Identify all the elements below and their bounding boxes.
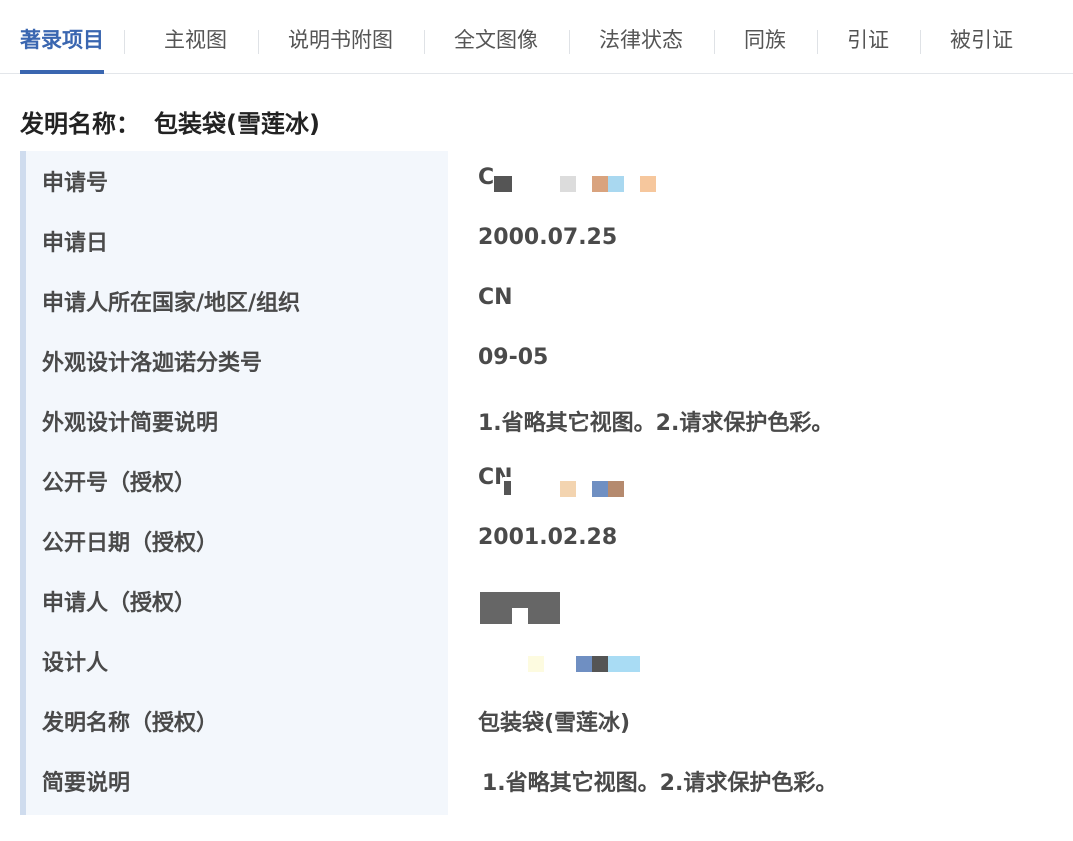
field-label: 申请人（授权） [42,591,197,616]
tab-family[interactable]: 同族 [744,0,786,74]
field-label: 发明名称（授权） [42,711,219,736]
page-title: 发明名称： 包装袋(雪莲冰) [20,104,320,139]
tab-fulltext-image[interactable]: 全文图像 [454,0,538,74]
redaction-block [576,656,592,672]
field-value: 2001.02.28 [478,525,618,550]
field-label: 外观设计洛迦诺分类号 [42,351,263,376]
field-label: 申请人所在国家/地区/组织 [42,291,301,316]
field-value: CN [478,285,513,310]
redaction-block [494,176,512,192]
field-label: 公开号（授权） [42,471,197,496]
field-value: C [478,165,495,190]
redaction-block [608,176,624,192]
redaction-block [640,176,656,192]
field-value: 1.省略其它视图。2.请求保护色彩。 [478,411,834,436]
tab-separator [817,30,818,54]
field-row-granted-title: 发明名称（授权） 包装袋(雪莲冰) [0,691,1073,751]
field-label: 简要说明 [42,771,131,796]
tab-bar: 著录项目 主视图 说明书附图 全文图像 法律状态 同族 引证 被引证 [0,0,1073,74]
field-label: 申请号 [42,171,109,196]
redaction-block [560,176,576,192]
tab-bibliographic[interactable]: 著录项目 [20,0,104,74]
tab-spec-figures[interactable]: 说明书附图 [288,0,393,74]
field-row-publication-number: 公开号（授权） CN [0,451,1073,511]
redaction-block [608,481,624,497]
field-label: 设计人 [42,651,109,676]
field-value: 包装袋(雪莲冰) [478,711,631,736]
tab-cited-by[interactable]: 被引证 [950,0,1013,74]
invention-name-value: 包装袋(雪莲冰) [154,110,320,138]
tab-separator [714,30,715,54]
field-label: 申请日 [42,231,109,256]
redaction-block [592,176,608,192]
tab-separator [258,30,259,54]
field-row-application-date: 申请日 2000.07.25 [0,211,1073,271]
field-row-applicant: 申请人（授权） [0,571,1073,631]
field-label: 公开日期（授权） [42,531,219,556]
field-label: 外观设计简要说明 [42,411,219,436]
redaction-block [592,656,608,672]
tab-separator [569,30,570,54]
redaction-block [592,481,608,497]
tab-separator [124,30,125,54]
tab-main-view[interactable]: 主视图 [164,0,227,74]
tab-legal-status[interactable]: 法律状态 [599,0,683,74]
redaction-block [608,656,640,672]
field-value: 2000.07.25 [478,225,618,250]
redaction-block [512,608,528,624]
field-row-application-number: 申请号 C [0,151,1073,211]
tab-separator [424,30,425,54]
redaction-block [528,656,544,672]
field-value: 09-05 [478,345,549,370]
field-row-publication-date: 公开日期（授权） 2001.02.28 [0,511,1073,571]
field-row-brief-description: 简要说明 1.省略其它视图。2.请求保护色彩。 [0,751,1073,811]
invention-name-label: 发明名称： [20,110,140,138]
active-tab-indicator [20,70,104,74]
tab-citations[interactable]: 引证 [847,0,889,74]
field-row-applicant-country: 申请人所在国家/地区/组织 CN [0,271,1073,331]
redaction-block [560,481,576,497]
tab-separator [920,30,921,54]
field-row-design-brief: 外观设计简要说明 1.省略其它视图。2.请求保护色彩。 [0,391,1073,451]
field-row-locarno-class: 外观设计洛迦诺分类号 09-05 [0,331,1073,391]
redaction-block [504,481,511,495]
field-row-designer: 设计人 [0,631,1073,691]
field-value: 1.省略其它视图。2.请求保护色彩。 [482,771,838,796]
